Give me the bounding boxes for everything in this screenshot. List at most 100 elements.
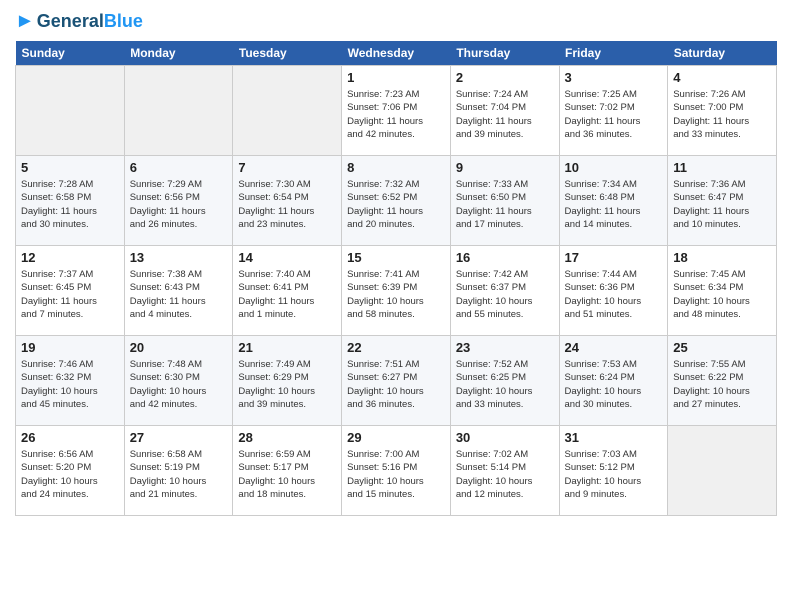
day-info: Sunrise: 7:03 AM Sunset: 5:12 PM Dayligh… — [565, 448, 663, 501]
calendar-cell: 15 Sunrise: 7:41 AM Sunset: 6:39 PM Dayli… — [342, 246, 451, 336]
day-number: 27 — [130, 430, 228, 445]
calendar-cell: 4 Sunrise: 7:26 AM Sunset: 7:00 PM Daylig… — [668, 66, 777, 156]
weekday-header-thursday: Thursday — [450, 41, 559, 66]
day-number: 23 — [456, 340, 554, 355]
calendar-cell — [124, 66, 233, 156]
day-info: Sunrise: 6:58 AM Sunset: 5:19 PM Dayligh… — [130, 448, 228, 501]
day-info: Sunrise: 7:48 AM Sunset: 6:30 PM Dayligh… — [130, 358, 228, 411]
calendar-cell: 7 Sunrise: 7:30 AM Sunset: 6:54 PM Daylig… — [233, 156, 342, 246]
calendar-cell: 8Sunrise: 7:32 AM Sunset: 6:52 PM Daylig… — [342, 156, 451, 246]
day-number: 17 — [565, 250, 663, 265]
logo: ► GeneralBlue — [15, 10, 143, 33]
calendar-cell: 20 Sunrise: 7:48 AM Sunset: 6:30 PM Dayli… — [124, 336, 233, 426]
day-number: 15 — [347, 250, 445, 265]
calendar-cell: 2Sunrise: 7:24 AM Sunset: 7:04 PM Daylig… — [450, 66, 559, 156]
day-number: 22 — [347, 340, 445, 355]
week-row-4: 19 Sunrise: 7:46 AM Sunset: 6:32 PM Dayli… — [16, 336, 777, 426]
calendar-cell: 22 Sunrise: 7:51 AM Sunset: 6:27 PM Dayli… — [342, 336, 451, 426]
calendar-cell: 13Sunrise: 7:38 AM Sunset: 6:43 PM Dayli… — [124, 246, 233, 336]
day-number: 5 — [21, 160, 119, 175]
calendar-cell: 11Sunrise: 7:36 AM Sunset: 6:47 PM Dayli… — [668, 156, 777, 246]
calendar-cell: 21 Sunrise: 7:49 AM Sunset: 6:29 PM Dayli… — [233, 336, 342, 426]
calendar-cell: 1 Sunrise: 7:23 AM Sunset: 7:06 PM Daylig… — [342, 66, 451, 156]
calendar-body: 1 Sunrise: 7:23 AM Sunset: 7:06 PM Daylig… — [16, 66, 777, 516]
day-info: Sunrise: 7:40 AM Sunset: 6:41 PM Dayligh… — [238, 268, 336, 321]
calendar-cell: 31 Sunrise: 7:03 AM Sunset: 5:12 PM Dayli… — [559, 426, 668, 516]
day-number: 8 — [347, 160, 445, 175]
day-number: 14 — [238, 250, 336, 265]
calendar-cell: 27 Sunrise: 6:58 AM Sunset: 5:19 PM Dayli… — [124, 426, 233, 516]
week-row-2: 5 Sunrise: 7:28 AM Sunset: 6:58 PM Daylig… — [16, 156, 777, 246]
day-info: Sunrise: 6:56 AM Sunset: 5:20 PM Dayligh… — [21, 448, 119, 501]
day-info: Sunrise: 7:42 AM Sunset: 6:37 PM Dayligh… — [456, 268, 554, 321]
day-info: Sunrise: 7:44 AM Sunset: 6:36 PM Dayligh… — [565, 268, 663, 321]
weekday-header-wednesday: Wednesday — [342, 41, 451, 66]
day-info: Sunrise: 7:37 AM Sunset: 6:45 PM Dayligh… — [21, 268, 119, 321]
day-number: 12 — [21, 250, 119, 265]
header-row: SundayMondayTuesdayWednesdayThursdayFrid… — [16, 41, 777, 66]
day-number: 6 — [130, 160, 228, 175]
day-number: 24 — [565, 340, 663, 355]
calendar-cell: 24 Sunrise: 7:53 AM Sunset: 6:24 PM Dayli… — [559, 336, 668, 426]
calendar-cell: 14 Sunrise: 7:40 AM Sunset: 6:41 PM Dayli… — [233, 246, 342, 336]
day-info: Sunrise: 7:25 AM Sunset: 7:02 PM Dayligh… — [565, 88, 663, 141]
day-info: Sunrise: 7:45 AM Sunset: 6:34 PM Dayligh… — [673, 268, 771, 321]
day-info: Sunrise: 7:02 AM Sunset: 5:14 PM Dayligh… — [456, 448, 554, 501]
day-number: 25 — [673, 340, 771, 355]
calendar-cell: 9 Sunrise: 7:33 AM Sunset: 6:50 PM Daylig… — [450, 156, 559, 246]
day-number: 9 — [456, 160, 554, 175]
day-info: Sunrise: 7:53 AM Sunset: 6:24 PM Dayligh… — [565, 358, 663, 411]
day-info: Sunrise: 7:23 AM Sunset: 7:06 PM Dayligh… — [347, 88, 445, 141]
calendar-cell: 19 Sunrise: 7:46 AM Sunset: 6:32 PM Dayli… — [16, 336, 125, 426]
weekday-header-friday: Friday — [559, 41, 668, 66]
page-container: ► GeneralBlue SundayMondayTuesdayWednesd… — [0, 0, 792, 526]
day-info: Sunrise: 7:24 AM Sunset: 7:04 PM Dayligh… — [456, 88, 554, 141]
day-number: 20 — [130, 340, 228, 355]
day-number: 11 — [673, 160, 771, 175]
day-info: Sunrise: 7:00 AM Sunset: 5:16 PM Dayligh… — [347, 448, 445, 501]
day-info: Sunrise: 7:26 AM Sunset: 7:00 PM Dayligh… — [673, 88, 771, 141]
calendar-cell: 28 Sunrise: 6:59 AM Sunset: 5:17 PM Dayli… — [233, 426, 342, 516]
calendar-cell: 18Sunrise: 7:45 AM Sunset: 6:34 PM Dayli… — [668, 246, 777, 336]
weekday-header-saturday: Saturday — [668, 41, 777, 66]
day-number: 3 — [565, 70, 663, 85]
day-number: 31 — [565, 430, 663, 445]
calendar-cell — [668, 426, 777, 516]
calendar-cell: 17 Sunrise: 7:44 AM Sunset: 6:36 PM Dayli… — [559, 246, 668, 336]
calendar-cell: 29Sunrise: 7:00 AM Sunset: 5:16 PM Dayli… — [342, 426, 451, 516]
day-info: Sunrise: 7:33 AM Sunset: 6:50 PM Dayligh… — [456, 178, 554, 231]
day-info: Sunrise: 7:41 AM Sunset: 6:39 PM Dayligh… — [347, 268, 445, 321]
day-number: 26 — [21, 430, 119, 445]
day-info: Sunrise: 7:55 AM Sunset: 6:22 PM Dayligh… — [673, 358, 771, 411]
calendar-cell: 5 Sunrise: 7:28 AM Sunset: 6:58 PM Daylig… — [16, 156, 125, 246]
day-number: 13 — [130, 250, 228, 265]
weekday-header-sunday: Sunday — [16, 41, 125, 66]
day-info: Sunrise: 7:52 AM Sunset: 6:25 PM Dayligh… — [456, 358, 554, 411]
day-info: Sunrise: 7:46 AM Sunset: 6:32 PM Dayligh… — [21, 358, 119, 411]
week-row-3: 12 Sunrise: 7:37 AM Sunset: 6:45 PM Dayli… — [16, 246, 777, 336]
page-header: ► GeneralBlue — [15, 10, 777, 33]
day-number: 28 — [238, 430, 336, 445]
day-number: 4 — [673, 70, 771, 85]
day-info: Sunrise: 7:34 AM Sunset: 6:48 PM Dayligh… — [565, 178, 663, 231]
day-number: 19 — [21, 340, 119, 355]
calendar-cell: 16 Sunrise: 7:42 AM Sunset: 6:37 PM Dayli… — [450, 246, 559, 336]
calendar-cell: 30Sunrise: 7:02 AM Sunset: 5:14 PM Dayli… — [450, 426, 559, 516]
day-info: Sunrise: 7:49 AM Sunset: 6:29 PM Dayligh… — [238, 358, 336, 411]
day-number: 16 — [456, 250, 554, 265]
weekday-header-tuesday: Tuesday — [233, 41, 342, 66]
calendar-cell: 25 Sunrise: 7:55 AM Sunset: 6:22 PM Dayli… — [668, 336, 777, 426]
day-number: 21 — [238, 340, 336, 355]
day-number: 7 — [238, 160, 336, 175]
day-info: Sunrise: 7:30 AM Sunset: 6:54 PM Dayligh… — [238, 178, 336, 231]
day-info: Sunrise: 6:59 AM Sunset: 5:17 PM Dayligh… — [238, 448, 336, 501]
day-info: Sunrise: 7:28 AM Sunset: 6:58 PM Dayligh… — [21, 178, 119, 231]
week-row-5: 26 Sunrise: 6:56 AM Sunset: 5:20 PM Dayli… — [16, 426, 777, 516]
day-number: 1 — [347, 70, 445, 85]
calendar-cell: 10Sunrise: 7:34 AM Sunset: 6:48 PM Dayli… — [559, 156, 668, 246]
calendar-cell — [16, 66, 125, 156]
logo-text: GeneralBlue — [37, 11, 143, 32]
week-row-1: 1 Sunrise: 7:23 AM Sunset: 7:06 PM Daylig… — [16, 66, 777, 156]
calendar-cell: 12 Sunrise: 7:37 AM Sunset: 6:45 PM Dayli… — [16, 246, 125, 336]
day-info: Sunrise: 7:51 AM Sunset: 6:27 PM Dayligh… — [347, 358, 445, 411]
